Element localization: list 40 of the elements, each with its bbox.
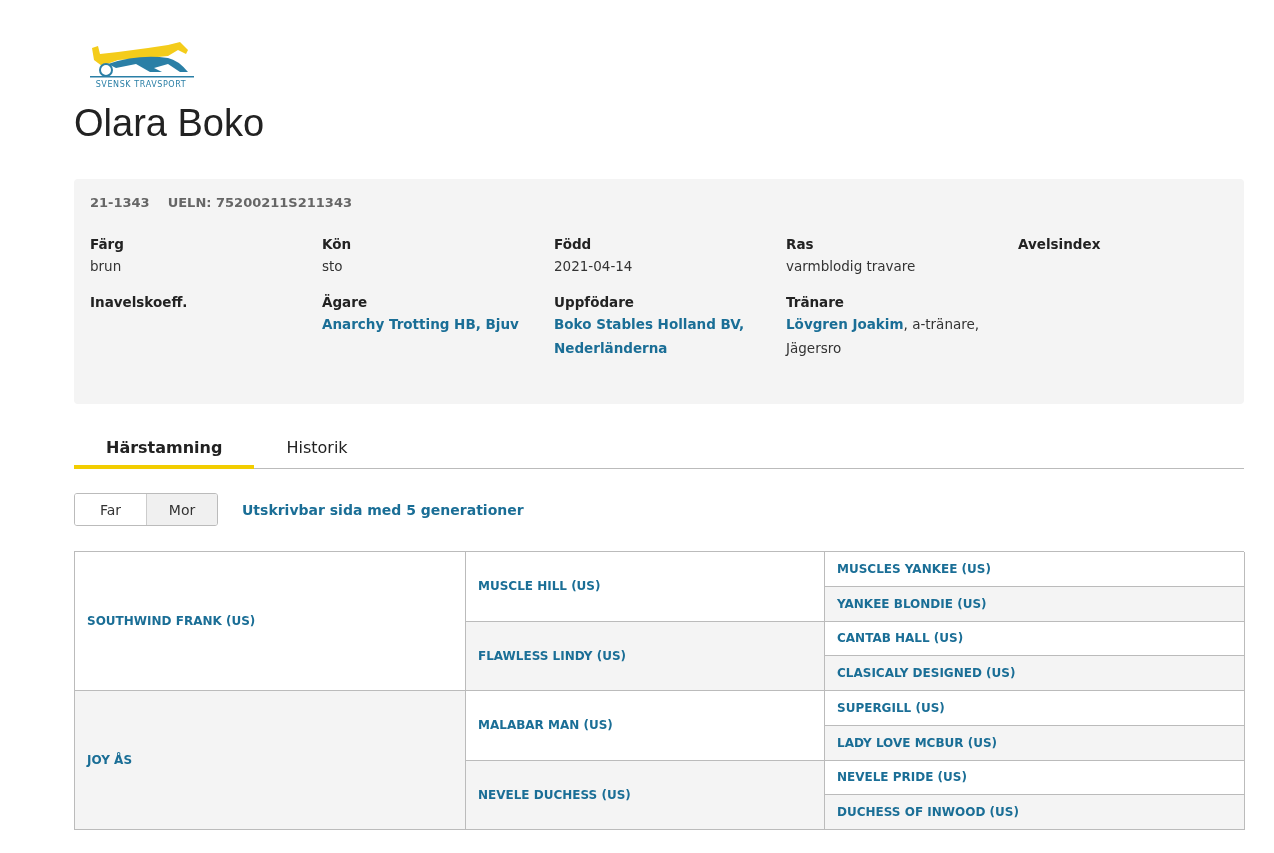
pedigree-cell[interactable]: LADY LOVE MCBUR (US) bbox=[825, 725, 1245, 761]
field-value: varmblodig travare bbox=[786, 257, 917, 276]
pedigree-cell[interactable]: MUSCLES YANKEE (US) bbox=[825, 552, 1245, 587]
field-link[interactable]: Lövgren Joakim bbox=[786, 316, 904, 332]
pedigree-cell[interactable]: FLAWLESS LINDY (US) bbox=[466, 621, 825, 691]
field-link[interactable]: Anarchy Trotting HB, Bjuv bbox=[322, 312, 522, 336]
pedigree-cell[interactable]: MALABAR MAN (US) bbox=[466, 691, 825, 761]
field-label: Ras bbox=[786, 235, 815, 254]
field-value: sto bbox=[322, 257, 344, 276]
field-label: Tränare bbox=[786, 293, 846, 312]
field-label: Färg bbox=[90, 235, 125, 254]
field-label: Uppfödare bbox=[554, 293, 636, 312]
printable-page-link[interactable]: Utskrivbar sida med 5 generationer bbox=[242, 501, 524, 518]
pedigree-cell[interactable]: SUPERGILL (US) bbox=[825, 691, 1245, 726]
pedigree-cell[interactable]: CLASICALY DESIGNED (US) bbox=[825, 656, 1245, 691]
horse-sulky-logo-icon bbox=[88, 42, 194, 78]
field-label: Inavelskoeff. bbox=[90, 293, 189, 312]
pedigree-cell[interactable]: NEVELE PRIDE (US) bbox=[825, 760, 1245, 796]
field-value: Lövgren Joakim, a-tränare, Jägersro bbox=[786, 315, 981, 358]
id-text: 21-1343 bbox=[90, 195, 150, 210]
field-value: brun bbox=[90, 257, 123, 276]
tab[interactable]: Härstamning bbox=[74, 432, 255, 469]
pedigree-cell[interactable]: SOUTHWIND FRANK (US) bbox=[75, 552, 466, 691]
field-link[interactable]: Boko Stables Holland BV, Nederländerna bbox=[554, 312, 754, 360]
tab[interactable]: Historik bbox=[254, 432, 380, 469]
field-label: Ägare bbox=[322, 293, 369, 312]
id-text: UELN: 75200211S211343 bbox=[167, 195, 352, 210]
pedigree-cell[interactable]: CANTAB HALL (US) bbox=[825, 621, 1245, 657]
horse-name-title: Olara Boko bbox=[74, 101, 266, 145]
pedigree-cell[interactable]: DUCHESS OF INWOOD (US) bbox=[825, 795, 1245, 830]
field-label: Kön bbox=[322, 235, 353, 254]
pedigree-cell[interactable]: NEVELE DUCHESS (US) bbox=[466, 760, 825, 830]
field-value: 2021-04-14 bbox=[554, 257, 634, 276]
field-label: Född bbox=[554, 235, 593, 254]
toggle-button[interactable]: Mor bbox=[146, 494, 217, 525]
logo-text: SVENSK TRAVSPORT bbox=[95, 80, 187, 89]
pedigree-cell[interactable]: MUSCLE HILL (US) bbox=[466, 552, 825, 622]
pedigree-cell[interactable]: JOY ÅS bbox=[75, 691, 466, 830]
pedigree-cell[interactable]: YANKEE BLONDIE (US) bbox=[825, 586, 1245, 622]
field-label: Avelsindex bbox=[1018, 235, 1102, 254]
